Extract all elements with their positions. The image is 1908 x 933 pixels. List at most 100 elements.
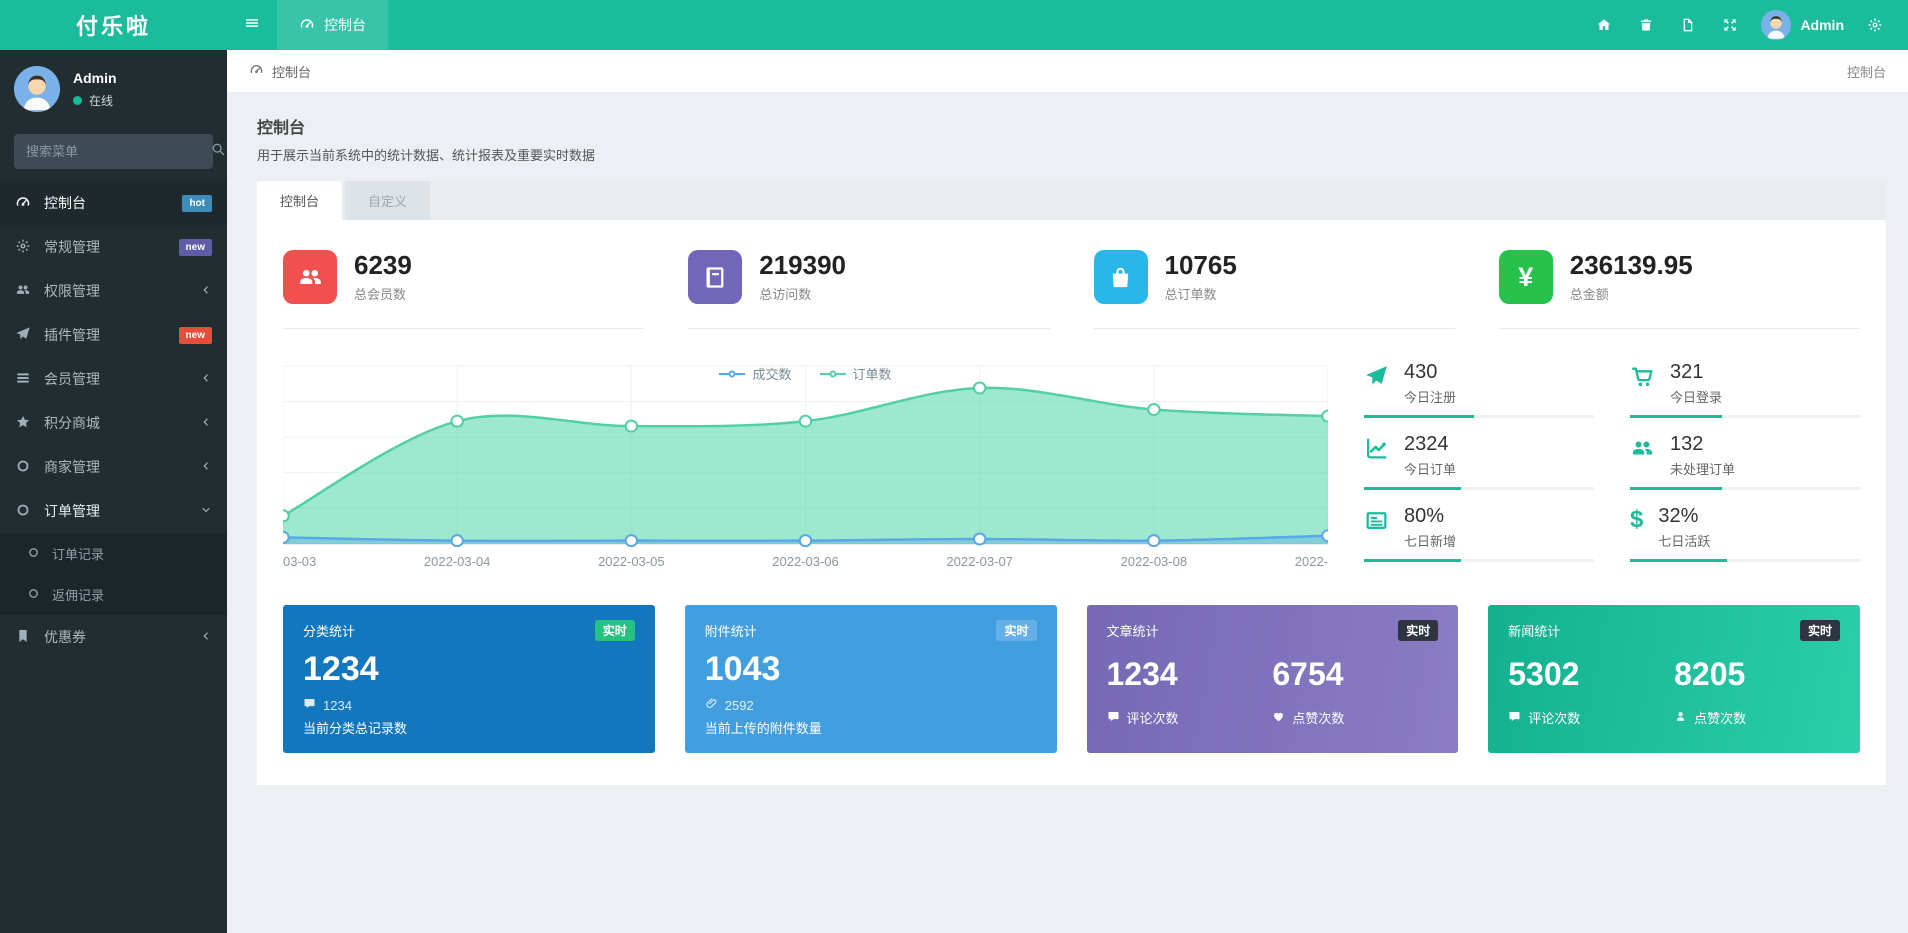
- tab-dashboard[interactable]: 控制台: [257, 181, 342, 220]
- chevron-left-icon: [200, 371, 212, 387]
- sidebar-item-members[interactable]: 会员管理: [0, 357, 227, 401]
- card-category-stats[interactable]: 分类统计实时 1234 1234 当前分类总记录数: [283, 605, 655, 753]
- sidebar-user-name: Admin: [73, 70, 117, 86]
- kpi-week-active: $ 32%七日活跃: [1630, 505, 1860, 562]
- sidebar-item-coupons[interactable]: 优惠券: [0, 615, 227, 659]
- yen-icon: ¥: [1499, 250, 1553, 304]
- card-news-stats[interactable]: 新闻统计实时 5302 评论次数 8205 点赞次数: [1488, 605, 1860, 753]
- list-icon: [15, 370, 31, 389]
- tab-custom[interactable]: 自定义: [345, 181, 430, 220]
- sidebar-item-dashboard[interactable]: 控制台 hot: [0, 181, 227, 225]
- stat-total-orders: 10765总订单数: [1094, 250, 1455, 329]
- topbar-tab-label: 控制台: [324, 15, 366, 35]
- legend-item[interactable]: 订单数: [820, 364, 892, 383]
- online-status: 在线: [89, 92, 113, 109]
- comment-icon: [1107, 710, 1120, 726]
- x-tick-label: 2022-03-08: [1121, 554, 1188, 569]
- sidebar-item-general[interactable]: 常规管理 new: [0, 225, 227, 269]
- content-tabs: 控制台 自定义: [257, 181, 1886, 220]
- stat-total-visits: 219390总访问数: [688, 250, 1049, 329]
- heart-icon: [1272, 710, 1285, 726]
- realtime-badge: 实时: [996, 620, 1036, 641]
- stat-total-amount: ¥ 236139.95总金额: [1499, 250, 1860, 329]
- avatar: [1761, 10, 1791, 40]
- topbar-actions: Admin: [1583, 0, 1908, 50]
- bookmark-icon: [15, 628, 31, 647]
- tachometer-icon: [249, 62, 264, 80]
- home-icon[interactable]: [1583, 0, 1625, 50]
- online-dot: [73, 96, 82, 105]
- book-icon: [688, 250, 742, 304]
- breadcrumb-page: 控制台: [1847, 62, 1886, 81]
- app-logo[interactable]: 付乐啦: [0, 0, 227, 50]
- sidebar-item-merchants[interactable]: 商家管理: [0, 445, 227, 489]
- legend-item[interactable]: 成交数: [719, 364, 791, 383]
- comment-icon: [1508, 710, 1521, 726]
- page-title: 控制台: [257, 114, 1886, 138]
- hamburger-icon: [244, 15, 260, 36]
- progress-bar: [1630, 415, 1860, 418]
- sidebar: Admin 在线 控制台 hot 常规管理 new 权限管理 插件管理 new: [0, 50, 227, 933]
- circle-icon: [27, 587, 40, 603]
- fullscreen-icon[interactable]: [1709, 0, 1751, 50]
- search-icon[interactable]: [210, 141, 226, 162]
- star-icon: [15, 414, 31, 433]
- chevron-down-icon: [200, 503, 212, 519]
- chevron-left-icon: [200, 415, 212, 431]
- x-tick-label: 2022-03-07: [946, 554, 1013, 569]
- card-article-stats[interactable]: 文章统计实时 1234 评论次数 6754 点赞次数: [1087, 605, 1459, 753]
- orders-area-chart: 成交数订单数 03-032022-03-042022-03-052022-03-…: [283, 361, 1328, 575]
- orders-submenu: 订单记录 返佣记录: [0, 533, 227, 615]
- kpi-today-orders: 2324今日订单: [1364, 433, 1594, 490]
- sidebar-item-plugins[interactable]: 插件管理 new: [0, 313, 227, 357]
- sidebar-search: [14, 134, 213, 169]
- trash-icon[interactable]: [1625, 0, 1667, 50]
- tachometer-icon: [299, 16, 315, 35]
- sidebar-item-orders[interactable]: 订单管理: [0, 489, 227, 533]
- x-tick-label: 2022-03-06: [772, 554, 839, 569]
- sidebar-item-points-mall[interactable]: 积分商城: [0, 401, 227, 445]
- kpi-today-registered: 430今日注册: [1364, 361, 1594, 418]
- topbar: 付乐啦 控制台 Admin: [0, 0, 1908, 50]
- new-badge: new: [179, 239, 212, 256]
- realtime-badge: 实时: [1398, 620, 1438, 641]
- content: 控制台 用于展示当前系统中的统计数据、统计报表及重要实时数据 控制台 自定义 6…: [227, 92, 1908, 785]
- circle-icon: [27, 546, 40, 562]
- topbar-tab-dashboard[interactable]: 控制台: [277, 0, 388, 50]
- new-badge: new: [179, 327, 212, 344]
- users-icon: [15, 282, 31, 301]
- breadcrumb: 控制台 控制台: [227, 50, 1908, 92]
- sidebar-toggle-button[interactable]: [227, 0, 277, 50]
- search-input[interactable]: [26, 144, 202, 159]
- middle-row: 成交数订单数 03-032022-03-042022-03-052022-03-…: [283, 361, 1860, 575]
- user-menu[interactable]: Admin: [1751, 10, 1854, 40]
- stat-total-members: 6239总会员数: [283, 250, 644, 329]
- kpi-today-logins: 321今日登录: [1630, 361, 1860, 418]
- newspaper-icon: [1364, 508, 1389, 550]
- sidebar-menu: 控制台 hot 常规管理 new 权限管理 插件管理 new 会员管理 积分商城: [0, 181, 227, 659]
- stats-row: 6239总会员数 219390总访问数 10765总订单数 ¥ 236139.9…: [283, 250, 1860, 329]
- dashboard-panel: 6239总会员数 219390总访问数 10765总订单数 ¥ 236139.9…: [257, 220, 1886, 785]
- side-stats: 430今日注册 321今日登录 2324今日订单: [1328, 361, 1860, 575]
- settings-gears-icon[interactable]: [1854, 0, 1896, 50]
- avatar[interactable]: [14, 66, 60, 112]
- document-icon[interactable]: [1667, 0, 1709, 50]
- summary-cards: 分类统计实时 1234 1234 当前分类总记录数 附件统计实时 1043 25…: [283, 605, 1860, 753]
- circle-icon: [15, 458, 31, 477]
- chart-line-icon: [1364, 436, 1389, 478]
- shopping-bag-icon: [1094, 250, 1148, 304]
- chevron-left-icon: [200, 283, 212, 299]
- sidebar-item-permissions[interactable]: 权限管理: [0, 269, 227, 313]
- sidebar-subitem-order-records[interactable]: 订单记录: [0, 533, 227, 574]
- rocket-icon: [1364, 364, 1389, 406]
- progress-bar: [1364, 559, 1594, 562]
- attachment-icon: [705, 697, 718, 713]
- chart-plot: [283, 361, 1328, 547]
- card-attachment-stats[interactable]: 附件统计实时 1043 2592 当前上传的附件数量: [685, 605, 1057, 753]
- user-name: Admin: [1800, 17, 1844, 33]
- realtime-badge: 实时: [1800, 620, 1840, 641]
- sidebar-subitem-commission-records[interactable]: 返佣记录: [0, 574, 227, 615]
- comment-icon: [303, 697, 316, 713]
- breadcrumb-location[interactable]: 控制台: [272, 62, 311, 81]
- main-area: 控制台 控制台 控制台 用于展示当前系统中的统计数据、统计报表及重要实时数据 控…: [227, 50, 1908, 785]
